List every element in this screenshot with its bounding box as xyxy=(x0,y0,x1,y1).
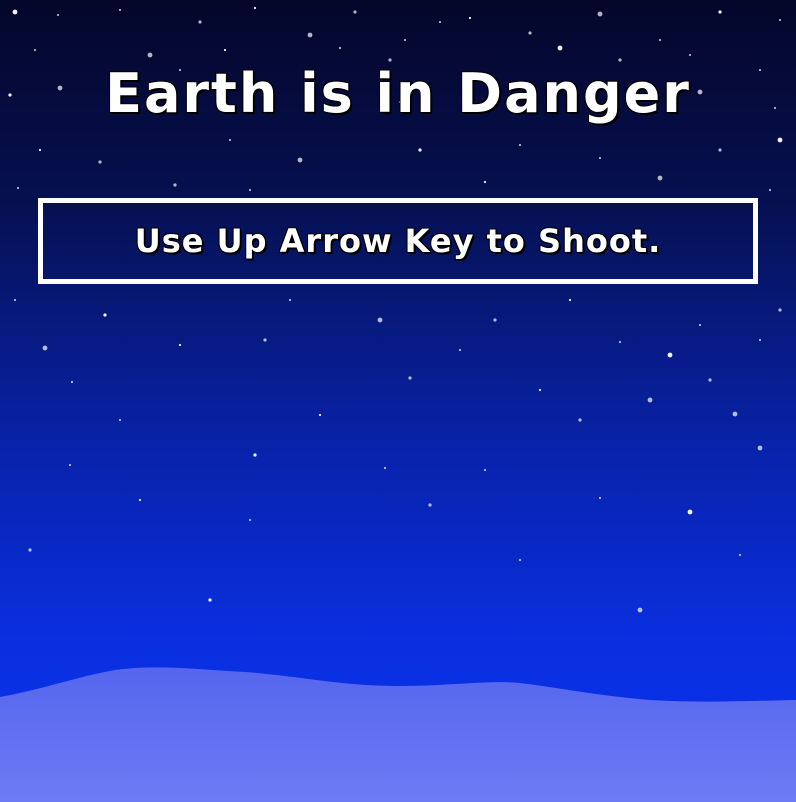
instruction-box: Use Up Arrow Key to Shoot. xyxy=(38,198,758,284)
instruction-text: Use Up Arrow Key to Shoot. xyxy=(134,222,662,260)
hills xyxy=(0,667,796,802)
game-title: Earth is in Danger xyxy=(105,62,691,125)
game-canvas[interactable]: Earth is in Danger Use Up Arrow Key to S… xyxy=(0,0,796,802)
